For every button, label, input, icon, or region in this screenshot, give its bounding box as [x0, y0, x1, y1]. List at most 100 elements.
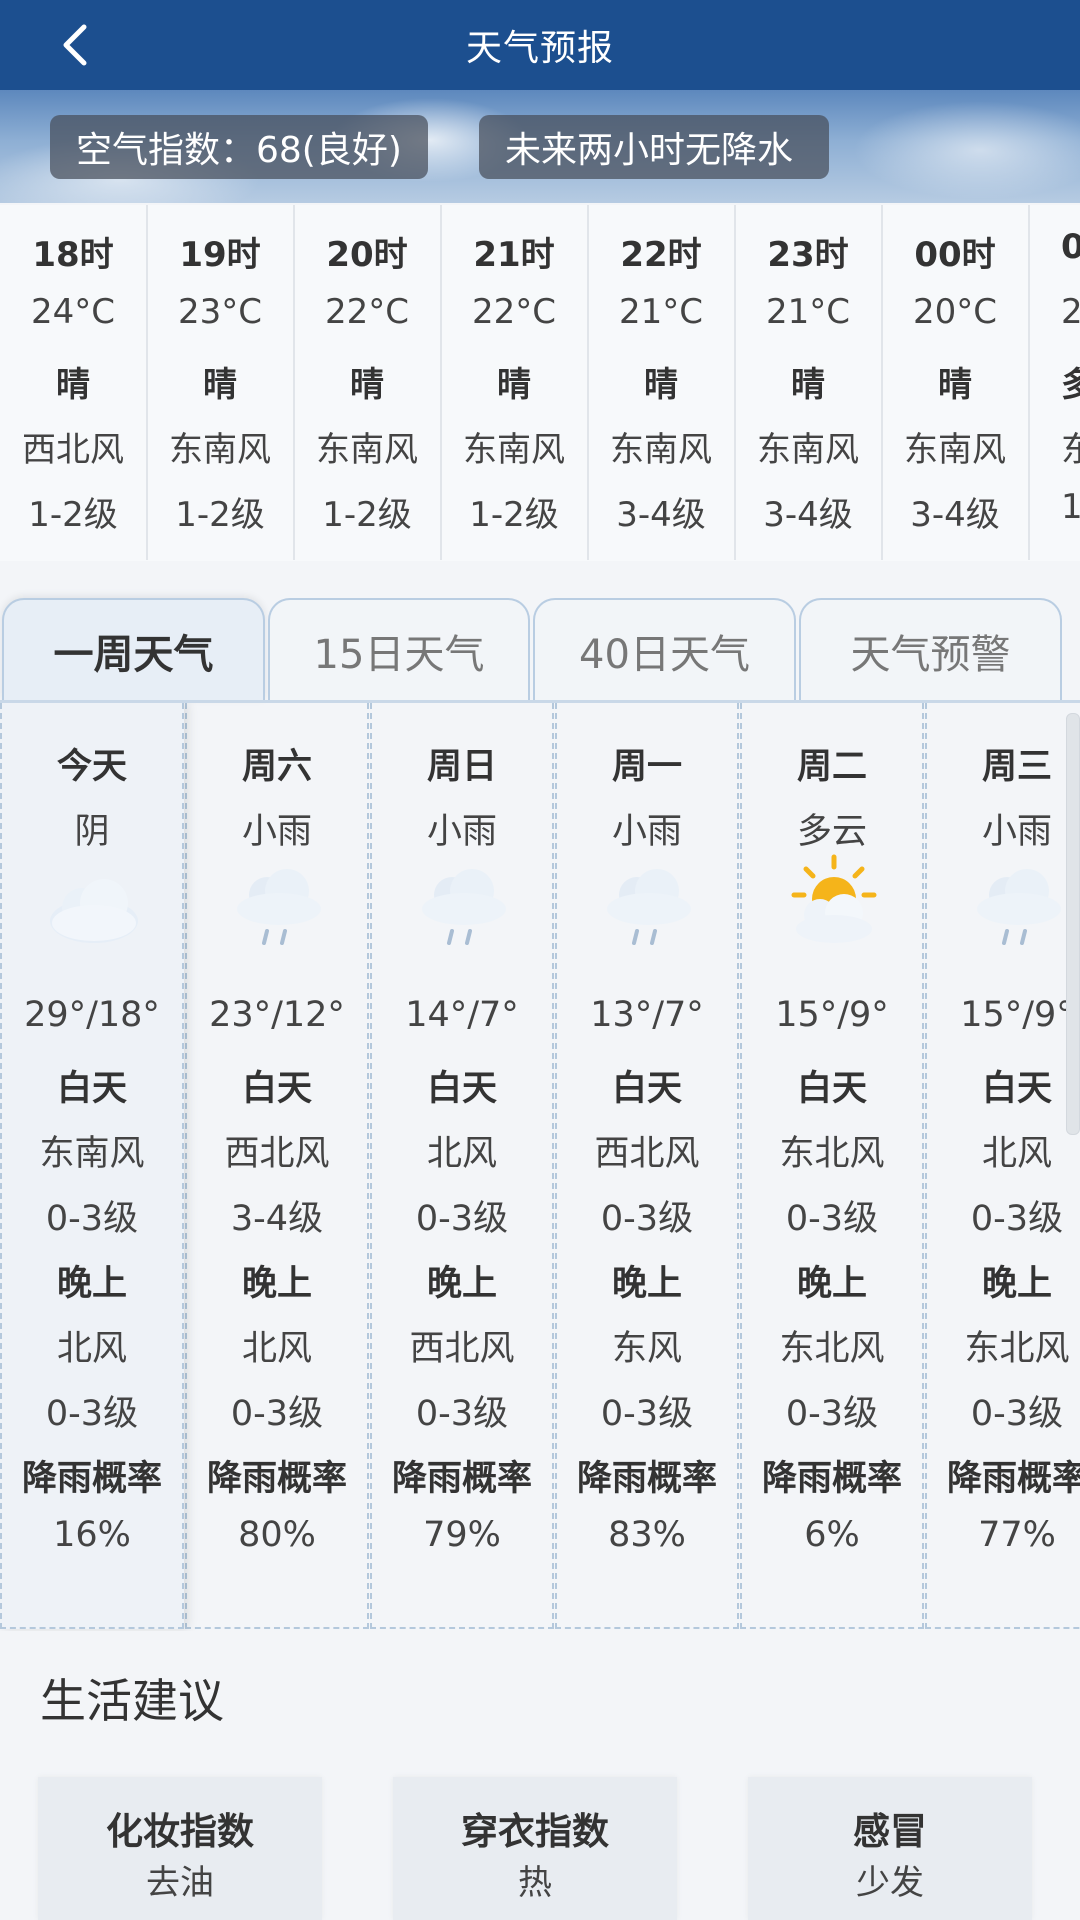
cold-index-card[interactable]: 感冒 少发 [748, 1777, 1032, 1920]
hour-column-partial: 0 2 多 东 1- [1029, 205, 1080, 560]
night-label: 晚上 [611, 1264, 682, 1304]
hour-temp: 20°C [912, 292, 997, 332]
chevron-left-icon [63, 24, 87, 66]
day-column[interactable]: 周日 小雨 14°/7° 白天 北风 0-3级 晚上 西北风 0-3级 降雨概率… [370, 703, 554, 1629]
hour-time: 20时 [326, 235, 408, 275]
card-title: 感冒 [853, 1810, 927, 1853]
day-condition: 小雨 [611, 812, 682, 852]
makeup-index-card[interactable]: 化妆指数 去油 [38, 1777, 322, 1920]
card-value: 少发 [856, 1863, 924, 1903]
daytime-label: 白天 [981, 1069, 1052, 1109]
day-column[interactable]: 周六 小雨 23°/12° 白天 西北风 3-4级 晚上 北风 0-3级 降雨概… [185, 703, 369, 1629]
day-wind-level: 0-3级 [415, 1199, 509, 1239]
daytime-label: 白天 [796, 1069, 867, 1109]
day-wind-direction: 西北风 [224, 1134, 330, 1174]
back-button[interactable] [50, 18, 100, 72]
day-wind-level: 0-3级 [970, 1199, 1064, 1239]
hour-condition: 晴 [56, 365, 90, 405]
temperature-range: 14°/7° [405, 995, 519, 1035]
hour-temp: 21°C [618, 292, 703, 332]
night-wind-direction: 东风 [611, 1329, 682, 1369]
night-label: 晚上 [981, 1264, 1052, 1304]
hour-column: 23时 21°C 晴 东南风 3-4级 [735, 205, 883, 560]
hour-wind-direction: 东 [1061, 430, 1080, 470]
day-column-today[interactable]: 今天 阴 29°/18° 白天 东南风 0-3级 晚上 北风 0-3级 降雨概率… [0, 703, 184, 1629]
hour-time: 23时 [767, 235, 849, 275]
day-name: 今天 [56, 747, 127, 787]
temperature-range: 29°/18° [24, 995, 160, 1035]
day-column[interactable]: 周二 多云 15°/9° 白天 东北风 0-3级 晚上 东北风 0-3级 降雨概… [740, 703, 924, 1629]
hour-condition: 晴 [497, 365, 531, 405]
night-wind-direction: 西北风 [409, 1329, 515, 1369]
temperature-range: 23°/12° [209, 995, 345, 1035]
day-condition: 阴 [74, 812, 110, 852]
night-wind-direction: 东北风 [964, 1329, 1070, 1369]
card-title: 化妆指数 [106, 1810, 254, 1853]
day-wind-level: 0-3级 [600, 1199, 694, 1239]
daytime-label: 白天 [611, 1069, 682, 1109]
rain-probability-label: 降雨概率 [391, 1459, 532, 1499]
night-wind-direction: 北风 [241, 1329, 312, 1369]
night-wind-level: 0-3级 [970, 1394, 1064, 1434]
daytime-label: 白天 [241, 1069, 312, 1109]
rain-probability-label: 降雨概率 [761, 1459, 902, 1499]
night-label: 晚上 [56, 1264, 127, 1304]
tab-40-day[interactable]: 40日天气 [533, 598, 796, 701]
tab-week[interactable]: 一周天气 [2, 598, 265, 701]
day-condition: 小雨 [981, 812, 1052, 852]
hour-temp: 22°C [471, 292, 556, 332]
hour-column: 20时 22°C 晴 东南风 1-2级 [294, 205, 442, 560]
day-wind-level: 3-4级 [230, 1199, 324, 1239]
daytime-label: 白天 [56, 1069, 127, 1109]
day-condition: 小雨 [426, 812, 497, 852]
hour-wind-level: 1-2级 [322, 495, 412, 535]
day-wind-direction: 北风 [426, 1134, 497, 1174]
hourly-forecast[interactable]: 18时 24°C 晴 西北风 1-2级 19时 23°C 晴 东南风 1-2级 … [0, 205, 1080, 561]
day-name: 周三 [981, 747, 1052, 787]
hour-time: 0 [1061, 227, 1080, 267]
hour-temp: 24°C [30, 292, 115, 332]
hour-condition: 晴 [203, 365, 237, 405]
daytime-label: 白天 [426, 1069, 497, 1109]
weather-banner: 空气指数：68(良好) 未来两小时无降水 [0, 90, 1080, 203]
hour-condition: 晴 [644, 365, 678, 405]
night-wind-direction: 东北风 [779, 1329, 885, 1369]
scrollbar-thumb[interactable] [1066, 713, 1080, 1135]
clothing-index-card[interactable]: 穿衣指数 热 [393, 1777, 677, 1920]
hour-column: 00时 20°C 晴 东南风 3-4级 [882, 205, 1030, 560]
page-title: 天气预报 [465, 28, 614, 69]
hour-column: 18时 24°C 晴 西北风 1-2级 [0, 205, 148, 560]
day-column[interactable]: 周一 小雨 13°/7° 白天 西北风 0-3级 晚上 东风 0-3级 降雨概率… [555, 703, 739, 1629]
temperature-range: 15°/9° [960, 995, 1074, 1035]
light-rain-icon [607, 869, 691, 945]
night-wind-direction: 北风 [56, 1329, 127, 1369]
night-wind-level: 0-3级 [45, 1394, 139, 1434]
hour-wind-direction: 东南风 [610, 430, 712, 470]
air-quality-badge[interactable]: 空气指数：68(良好) [50, 115, 428, 179]
tab-warning[interactable]: 天气预警 [799, 598, 1062, 701]
day-name: 周一 [611, 747, 682, 787]
hour-condition: 多 [1061, 365, 1080, 405]
card-title: 穿衣指数 [461, 1810, 609, 1853]
precipitation-badge[interactable]: 未来两小时无降水 [479, 115, 829, 179]
night-label: 晚上 [796, 1264, 867, 1304]
rain-probability-label: 降雨概率 [946, 1459, 1080, 1499]
day-wind-direction: 西北风 [594, 1134, 700, 1174]
day-condition: 多云 [796, 812, 867, 852]
tab-15-day[interactable]: 15日天气 [268, 598, 530, 701]
night-label: 晚上 [241, 1264, 312, 1304]
rain-probability: 80% [238, 1515, 316, 1555]
hour-condition: 晴 [791, 365, 825, 405]
night-wind-level: 0-3级 [785, 1394, 879, 1434]
hour-wind-level: 3-4级 [616, 495, 706, 535]
partly-cloudy-icon [791, 854, 877, 943]
day-column[interactable]: 周三 小雨 15°/9° 白天 北风 0-3级 晚上 东北风 0-3级 降雨概率… [925, 703, 1080, 1629]
light-rain-icon [422, 869, 506, 945]
weekly-forecast[interactable]: 今天 阴 29°/18° 白天 东南风 0-3级 晚上 北风 0-3级 降雨概率… [0, 703, 1080, 1631]
cloudy-icon [50, 879, 138, 943]
hour-time: 00时 [914, 235, 996, 275]
app-header: 天气预报 [0, 0, 1080, 90]
rain-probability-label: 降雨概率 [21, 1459, 162, 1499]
rain-probability-label: 降雨概率 [206, 1459, 347, 1499]
hour-wind-direction: 东南风 [169, 430, 271, 470]
